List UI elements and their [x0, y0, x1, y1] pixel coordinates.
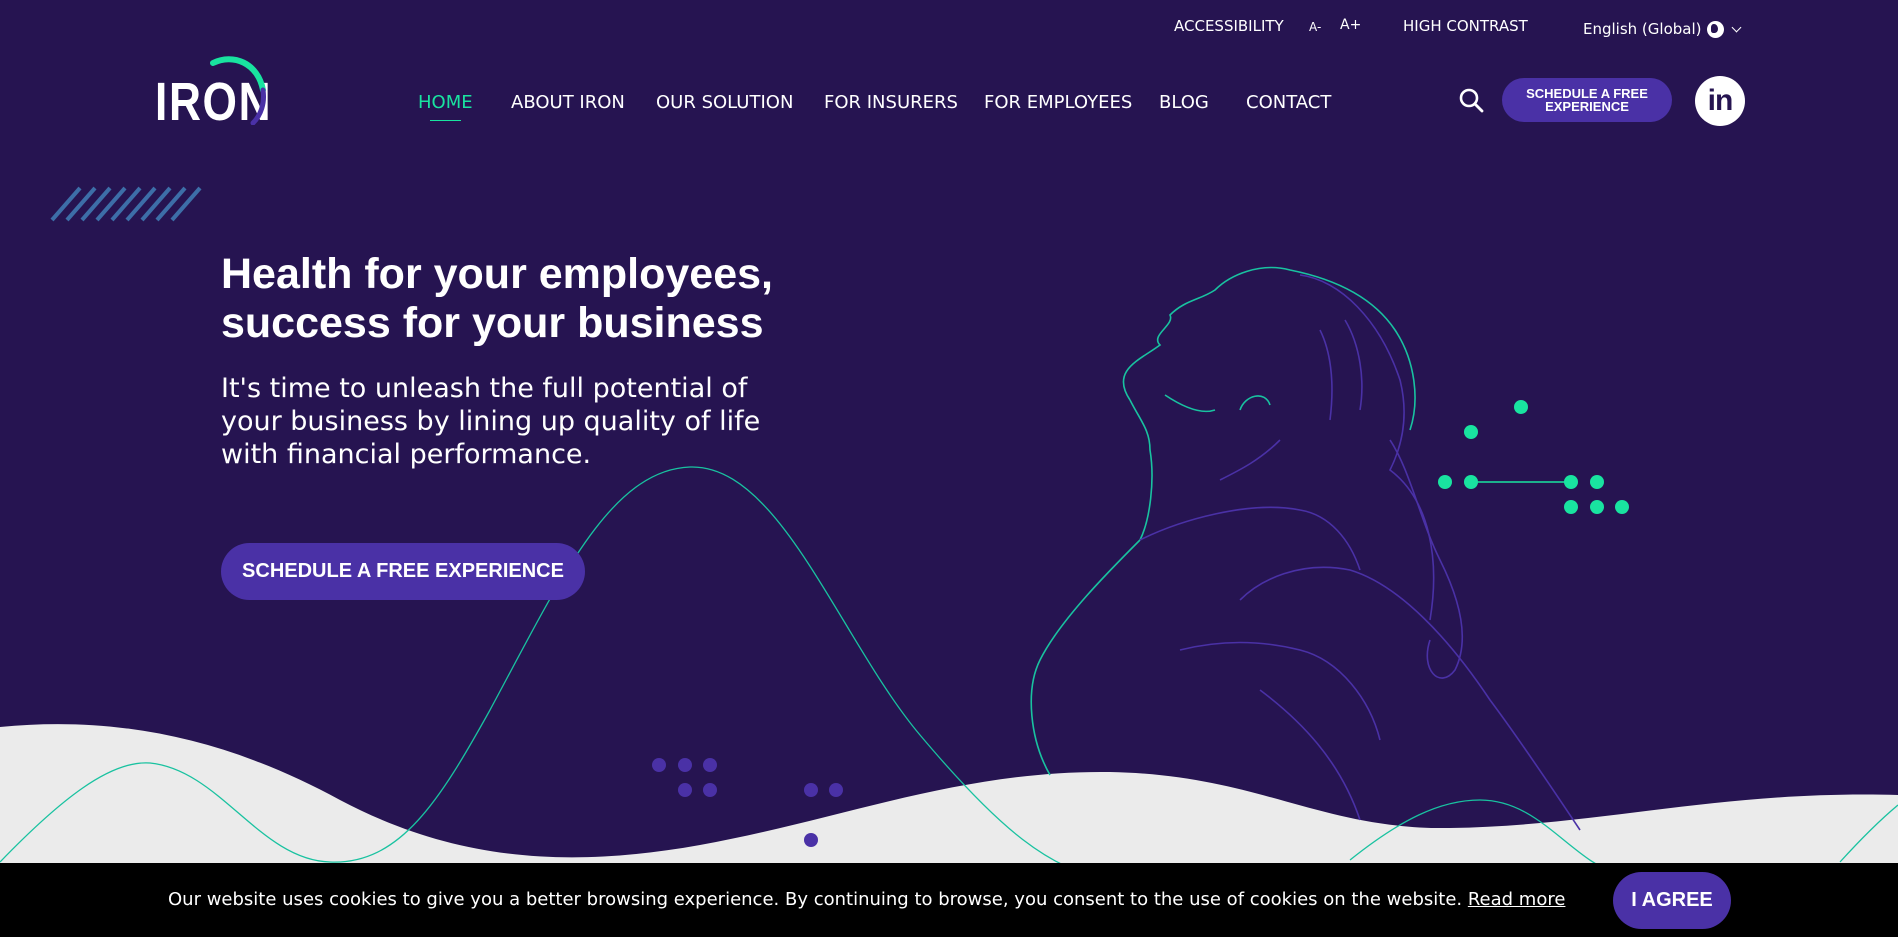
font-increase-button[interactable]: A+: [1340, 17, 1361, 37]
schedule-experience-button[interactable]: SCHEDULE A FREE EXPERIENCE: [221, 543, 585, 600]
nav-contact[interactable]: CONTACT: [1246, 92, 1331, 113]
high-contrast-toggle[interactable]: HIGH CONTRAST: [1403, 17, 1528, 37]
logo-arc: [210, 56, 266, 125]
font-decrease-button[interactable]: A-: [1309, 20, 1321, 40]
linkedin-icon[interactable]: in: [1695, 76, 1745, 126]
hero-title-line2: success for your business: [221, 299, 764, 347]
cookie-banner: Our website uses cookies to give you a b…: [0, 863, 1898, 937]
globe-icon: [1707, 20, 1725, 38]
cookie-read-more-link[interactable]: Read more: [1468, 889, 1566, 910]
accessibility-link[interactable]: ACCESSIBILITY: [1174, 17, 1284, 37]
hero-subtitle: It's time to unleash the full potential …: [221, 373, 761, 470]
hero-title-line1: Health for your employees,: [221, 250, 773, 298]
hero-title: Health for your employees, success for y…: [221, 250, 841, 348]
search-icon[interactable]: [1458, 87, 1484, 113]
nav-blog[interactable]: BLOG: [1159, 92, 1209, 113]
nav-for-insurers[interactable]: FOR INSURERS: [824, 92, 958, 113]
nav-about-iron[interactable]: ABOUT IRON: [511, 92, 625, 113]
cookie-agree-button[interactable]: I AGREE: [1613, 872, 1731, 929]
nav-our-solution[interactable]: OUR SOLUTION: [656, 92, 793, 113]
cookie-message: Our website uses cookies to give you a b…: [168, 889, 1468, 910]
language-selector[interactable]: English (Global): [1583, 19, 1742, 39]
cookie-text-container: Our website uses cookies to give you a b…: [168, 889, 1565, 910]
decorative-stripes: [50, 186, 202, 222]
chevron-down-icon: [1732, 22, 1742, 32]
iron-logo[interactable]: IRON: [155, 55, 275, 135]
language-label: English (Global): [1583, 20, 1702, 38]
nav-home[interactable]: HOME: [418, 92, 473, 121]
nav-for-employees[interactable]: FOR EMPLOYEES: [984, 92, 1132, 113]
schedule-experience-button-header[interactable]: SCHEDULE A FREE EXPERIENCE: [1502, 78, 1672, 122]
